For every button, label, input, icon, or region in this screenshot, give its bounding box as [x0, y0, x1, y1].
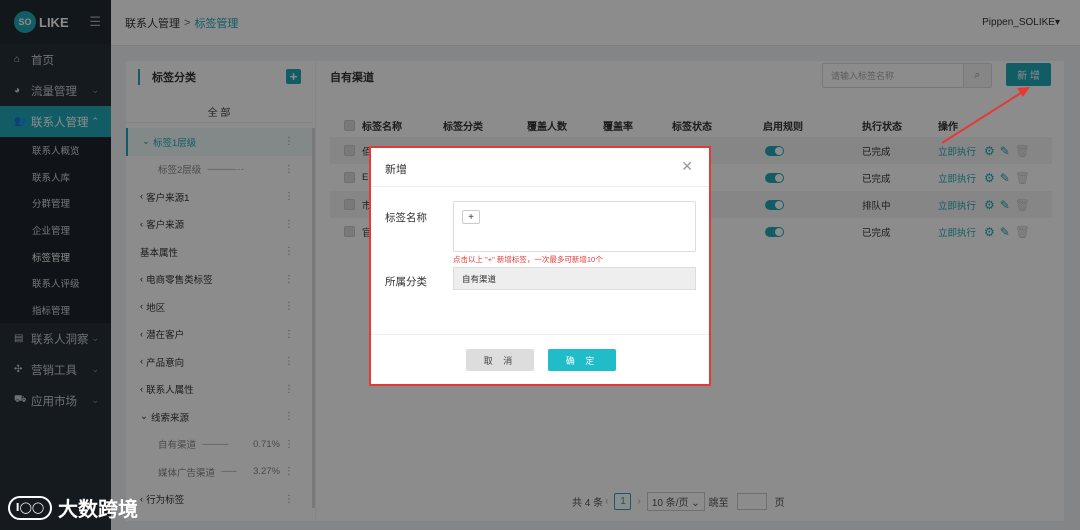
add-tag-modal: 新增 ✕ 标签名称 + 点击以上 "+" 新增标签，一次最多可新增10个 所属分… — [369, 146, 711, 386]
watermark: ⅼ◯◯ 大数跨境 — [8, 493, 138, 522]
divider — [371, 186, 709, 187]
cancel-button[interactable]: 取 消 — [466, 349, 534, 371]
divider — [371, 334, 709, 335]
close-icon[interactable]: ✕ — [681, 158, 693, 175]
category-field: 自有渠道 — [453, 267, 696, 290]
hint-text: 点击以上 "+" 新增标签，一次最多可新增10个 — [453, 255, 603, 264]
watermark-text: 大数跨境 — [58, 499, 138, 521]
modal-title: 新增 — [385, 164, 407, 176]
category-label: 所属分类 — [385, 276, 427, 288]
add-tag-name-button[interactable]: + — [462, 210, 480, 224]
confirm-button[interactable]: 确 定 — [548, 349, 616, 371]
tag-name-field[interactable]: + — [453, 201, 696, 252]
tag-name-label: 标签名称 — [385, 212, 427, 224]
watermark-logo-icon: ⅼ◯◯ — [8, 495, 52, 520]
